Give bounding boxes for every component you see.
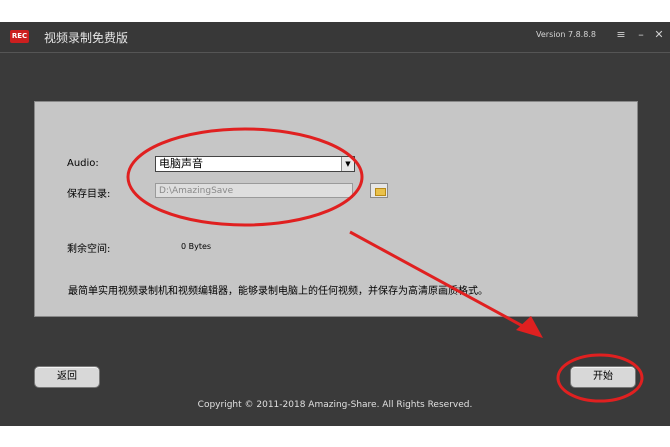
free-space-label: 剩余空间: bbox=[67, 244, 111, 255]
dropdown-arrow-icon[interactable]: ▼ bbox=[341, 157, 354, 171]
title-bar: REC 视频录制免费版 Version 7.8.8.8 ≡ – ✕ bbox=[0, 22, 670, 53]
rec-logo: REC bbox=[10, 30, 29, 43]
settings-panel: Audio: 电脑声音 ▼ 保存目录: D:\AmazingSave 剩余空间:… bbox=[34, 101, 638, 317]
save-dir-label: 保存目录: bbox=[67, 189, 111, 200]
close-icon[interactable]: ✕ bbox=[652, 28, 666, 42]
back-button[interactable]: 返回 bbox=[34, 366, 100, 388]
menu-icon[interactable]: ≡ bbox=[614, 28, 628, 42]
folder-icon bbox=[375, 188, 386, 196]
app-window: REC 视频录制免费版 Version 7.8.8.8 ≡ – ✕ Audio:… bbox=[0, 22, 670, 426]
window-title: 视频录制免费版 bbox=[44, 31, 129, 45]
start-button[interactable]: 开始 bbox=[570, 366, 636, 388]
minimize-icon[interactable]: – bbox=[634, 28, 648, 42]
audio-select[interactable]: 电脑声音 ▼ bbox=[155, 156, 355, 172]
audio-select-value: 电脑声音 bbox=[159, 157, 203, 170]
version-label: Version 7.8.8.8 bbox=[536, 30, 596, 39]
browse-folder-button[interactable] bbox=[370, 183, 388, 198]
description-text: 最简单实用视频录制机和视频编辑器，能够录制电脑上的任何视频，并保存为高清原画质格… bbox=[68, 286, 488, 297]
free-space-value: 0 Bytes bbox=[181, 242, 212, 251]
save-dir-field[interactable]: D:\AmazingSave bbox=[155, 183, 353, 198]
audio-label: Audio: bbox=[67, 158, 99, 169]
copyright-text: Copyright © 2011-2018 Amazing-Share. All… bbox=[197, 400, 473, 410]
